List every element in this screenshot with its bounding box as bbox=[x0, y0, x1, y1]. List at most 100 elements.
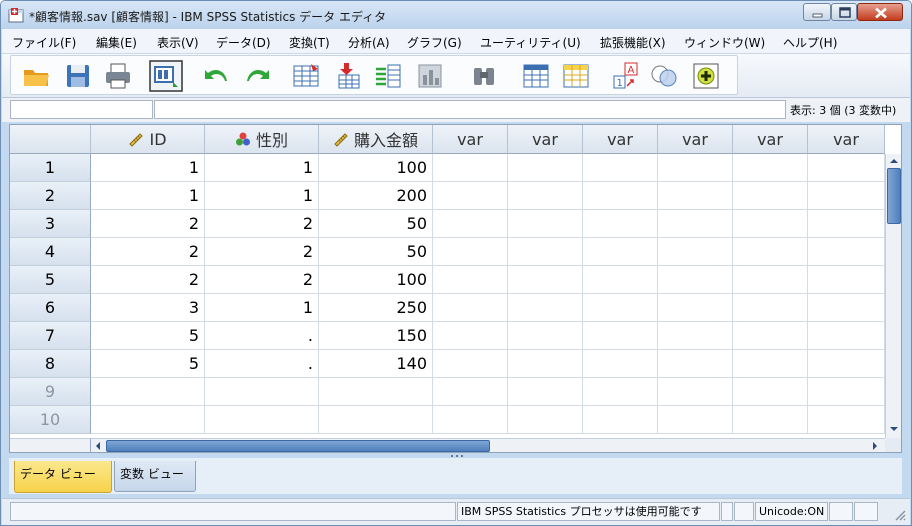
goto-case-icon[interactable] bbox=[291, 61, 321, 91]
grid-cell[interactable]: . bbox=[205, 350, 319, 378]
close-button[interactable] bbox=[857, 3, 903, 21]
column-header-purchase-amount[interactable]: 購入金額 bbox=[319, 125, 433, 154]
scroll-left-arrow-icon[interactable] bbox=[91, 439, 105, 453]
grid-cell[interactable] bbox=[658, 182, 733, 210]
split-file-icon[interactable]: A1 bbox=[611, 61, 641, 91]
menu-data[interactable]: データ(D) bbox=[216, 34, 271, 51]
row-header[interactable]: 9 bbox=[10, 378, 91, 406]
goto-variable-icon[interactable] bbox=[333, 61, 363, 91]
grid-cell[interactable] bbox=[433, 406, 508, 434]
grid-cell[interactable]: 1 bbox=[205, 154, 319, 182]
grid-cell[interactable] bbox=[658, 378, 733, 406]
scroll-right-arrow-icon[interactable] bbox=[868, 439, 883, 453]
grid-cell[interactable] bbox=[433, 322, 508, 350]
grid-cell[interactable] bbox=[433, 378, 508, 406]
column-header-var[interactable]: var bbox=[808, 125, 885, 154]
grid-cell[interactable] bbox=[508, 322, 583, 350]
grid-corner[interactable] bbox=[10, 125, 91, 154]
grid-cell[interactable] bbox=[808, 322, 885, 350]
open-folder-icon[interactable] bbox=[21, 61, 51, 91]
grid-cell[interactable] bbox=[808, 238, 885, 266]
grid-cell[interactable] bbox=[319, 406, 433, 434]
row-header[interactable]: 6 bbox=[10, 294, 91, 322]
menu-view[interactable]: 表示(V) bbox=[157, 34, 199, 51]
grid-cell[interactable] bbox=[733, 182, 808, 210]
grid-cell[interactable] bbox=[583, 238, 658, 266]
grid-cell[interactable] bbox=[808, 154, 885, 182]
grid-cell[interactable] bbox=[658, 238, 733, 266]
column-header-id[interactable]: ID bbox=[91, 125, 205, 154]
grid-cell[interactable] bbox=[733, 322, 808, 350]
column-header-var[interactable]: var bbox=[733, 125, 808, 154]
grid-cell[interactable]: 100 bbox=[319, 154, 433, 182]
grid-cell[interactable] bbox=[733, 154, 808, 182]
grid-cell[interactable]: 3 bbox=[91, 294, 205, 322]
horizontal-scrollbar[interactable] bbox=[91, 438, 885, 453]
minimize-button[interactable] bbox=[803, 3, 831, 21]
grid-cell[interactable] bbox=[583, 154, 658, 182]
grid-cell[interactable] bbox=[658, 154, 733, 182]
column-header-var[interactable]: var bbox=[508, 125, 583, 154]
row-header[interactable]: 5 bbox=[10, 266, 91, 294]
column-header-var[interactable]: var bbox=[658, 125, 733, 154]
menu-help[interactable]: ヘルプ(H) bbox=[783, 34, 837, 51]
grid-cell[interactable] bbox=[733, 210, 808, 238]
grid-cell[interactable] bbox=[583, 266, 658, 294]
grid-cell[interactable]: 5 bbox=[91, 350, 205, 378]
cell-reference-field[interactable] bbox=[10, 100, 153, 119]
recall-dialog-icon[interactable] bbox=[149, 60, 183, 92]
column-header-gender[interactable]: 性別 bbox=[205, 125, 319, 154]
grid-cell[interactable]: 1 bbox=[91, 182, 205, 210]
grid-cell[interactable] bbox=[433, 294, 508, 322]
grid-cell[interactable]: 1 bbox=[205, 182, 319, 210]
row-header[interactable]: 8 bbox=[10, 350, 91, 378]
grid-cell[interactable]: 200 bbox=[319, 182, 433, 210]
grid-cell[interactable] bbox=[733, 406, 808, 434]
title-bar[interactable]: *顧客情報.sav [顧客情報] - IBM SPSS Statistics デ… bbox=[1, 1, 911, 29]
grid-cell[interactable] bbox=[433, 154, 508, 182]
grid-cell[interactable] bbox=[733, 266, 808, 294]
grid-cell[interactable] bbox=[583, 350, 658, 378]
grid-cell[interactable] bbox=[508, 238, 583, 266]
print-icon[interactable] bbox=[103, 61, 133, 91]
grid-cell[interactable]: 140 bbox=[319, 350, 433, 378]
grid-cell[interactable] bbox=[808, 266, 885, 294]
grid-cell[interactable]: 1 bbox=[91, 154, 205, 182]
grid-cell[interactable] bbox=[583, 294, 658, 322]
grid-cell[interactable] bbox=[658, 350, 733, 378]
grid-cell[interactable]: 2 bbox=[91, 210, 205, 238]
grid-cell[interactable] bbox=[808, 406, 885, 434]
grid-cell[interactable]: 150 bbox=[319, 322, 433, 350]
grid-cell[interactable] bbox=[808, 350, 885, 378]
vertical-scroll-thumb[interactable] bbox=[887, 168, 901, 224]
row-header[interactable]: 1 bbox=[10, 154, 91, 182]
grid-cell[interactable] bbox=[508, 210, 583, 238]
save-disk-icon[interactable] bbox=[63, 61, 93, 91]
grid-cell[interactable]: 2 bbox=[91, 266, 205, 294]
menu-extensions[interactable]: 拡張機能(X) bbox=[600, 34, 666, 51]
column-header-var[interactable]: var bbox=[433, 125, 508, 154]
grid-cell[interactable]: 2 bbox=[205, 266, 319, 294]
grid-cell[interactable] bbox=[508, 294, 583, 322]
scroll-down-arrow-icon[interactable] bbox=[886, 422, 902, 436]
grid-cell[interactable] bbox=[808, 210, 885, 238]
grid-cell[interactable]: . bbox=[205, 322, 319, 350]
row-header[interactable]: 7 bbox=[10, 322, 91, 350]
find-binoculars-icon[interactable] bbox=[469, 61, 499, 91]
maximize-button[interactable] bbox=[831, 3, 857, 21]
grid-cell[interactable]: 1 bbox=[205, 294, 319, 322]
grid-cell[interactable]: 50 bbox=[319, 210, 433, 238]
grid-cell[interactable] bbox=[91, 406, 205, 434]
menu-transform[interactable]: 変換(T) bbox=[289, 34, 330, 51]
grid-cell[interactable] bbox=[658, 322, 733, 350]
grid-cell[interactable] bbox=[205, 406, 319, 434]
grid-cell[interactable] bbox=[508, 406, 583, 434]
grid-cell[interactable] bbox=[733, 378, 808, 406]
horizontal-scroll-thumb[interactable] bbox=[106, 440, 490, 452]
cell-value-field[interactable] bbox=[154, 100, 786, 119]
select-cases-icon[interactable] bbox=[691, 61, 721, 91]
grid-cell[interactable]: 2 bbox=[91, 238, 205, 266]
menu-utilities[interactable]: ユーティリティ(U) bbox=[480, 34, 581, 51]
menu-file[interactable]: ファイル(F) bbox=[12, 34, 76, 51]
grid-cell[interactable]: 250 bbox=[319, 294, 433, 322]
